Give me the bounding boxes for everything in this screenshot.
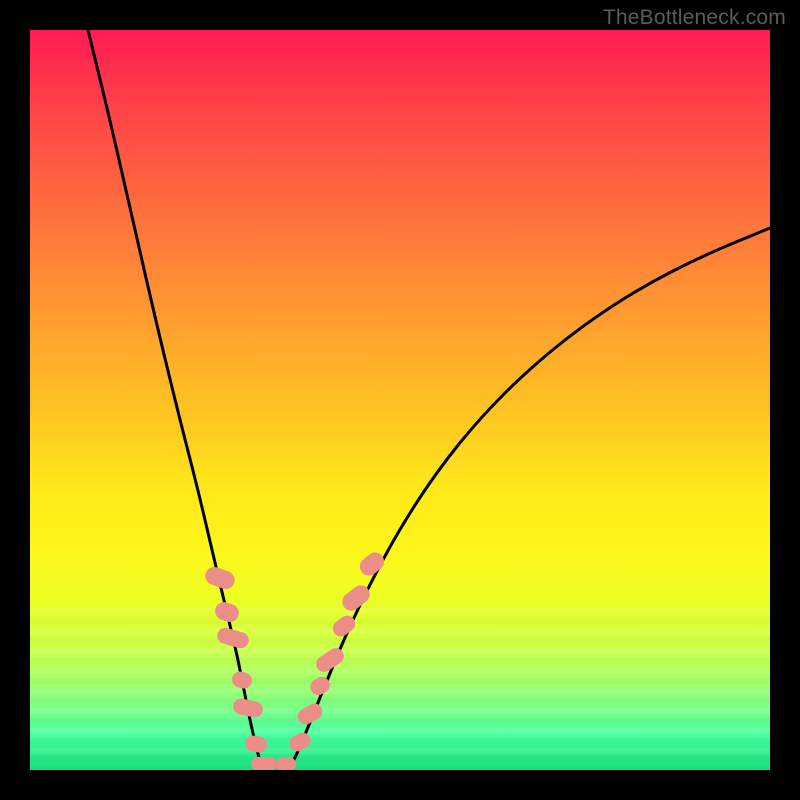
band-stripe [30, 756, 770, 762]
watermark-text: TheBottleneck.com [603, 6, 786, 30]
band-stripe [30, 668, 770, 674]
band-stripe [30, 688, 770, 694]
band-stripe [30, 708, 770, 714]
band-stripe [30, 728, 770, 734]
marker-pill [356, 549, 387, 580]
band-stripe [30, 698, 770, 704]
marker-pill [203, 564, 237, 591]
band-stripe [30, 608, 770, 614]
band-stripe [30, 678, 770, 684]
band-stripe [30, 618, 770, 624]
band-stripe [30, 738, 770, 744]
chart-frame: TheBottleneck.com [0, 0, 800, 800]
band-stripe [30, 638, 770, 644]
plot-area [30, 30, 770, 770]
band-stripe [30, 628, 770, 634]
band-stripe [30, 748, 770, 754]
band-stripe [30, 648, 770, 654]
band-stripe [30, 718, 770, 724]
marker-pill [330, 612, 359, 639]
band-stripe [30, 658, 770, 664]
